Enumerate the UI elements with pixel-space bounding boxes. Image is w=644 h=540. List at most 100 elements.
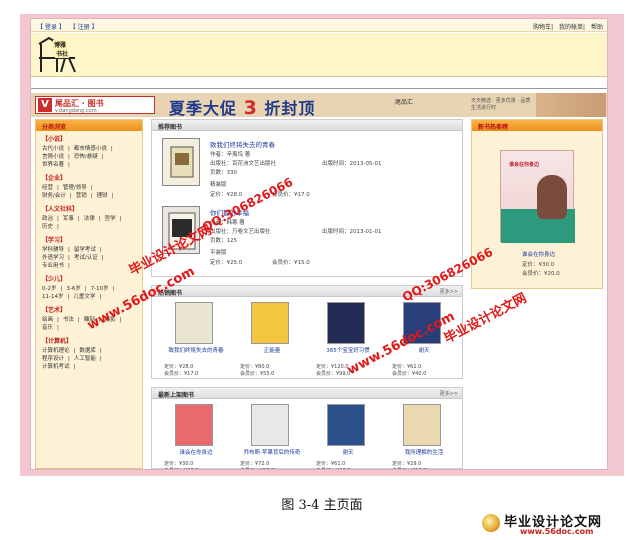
category-link[interactable]: 考试/认证 bbox=[74, 255, 98, 261]
category-link[interactable]: 3-6岁 bbox=[66, 286, 80, 292]
category-link[interactable]: 专业用书 bbox=[42, 263, 64, 269]
category-link[interactable]: 管理/领导 bbox=[63, 185, 87, 191]
bestseller-cover[interactable]: 谁会在你身边 bbox=[500, 150, 575, 243]
book-binding: 平装版 bbox=[210, 250, 227, 256]
category-head[interactable]: 【小说】 bbox=[42, 134, 136, 143]
book-member-price: 会员价：¥55.0 bbox=[240, 371, 275, 377]
book-card[interactable]: 谢天定价：¥61.0会员价：¥40.0 bbox=[312, 404, 382, 469]
cover-portrait bbox=[537, 175, 567, 219]
category-link[interactable]: 计算机考试 bbox=[42, 364, 70, 370]
category-link[interactable]: 财务/会计 bbox=[42, 193, 66, 199]
category-line: 学科辅导 | 留学考试 | bbox=[42, 246, 136, 254]
banner-brand: V 尾品汇 · 图书 v.dangdang.com bbox=[35, 96, 155, 114]
category-link[interactable]: 历史 bbox=[42, 224, 53, 230]
bill-link[interactable]: 我的帐单 bbox=[559, 24, 583, 31]
separator: | bbox=[68, 263, 70, 269]
category-link[interactable]: 0-2岁 bbox=[42, 286, 56, 292]
category-link[interactable]: 人工智能 bbox=[74, 356, 96, 362]
category-link[interactable]: 营销 bbox=[76, 193, 87, 199]
book-author: 作者：辛夷坞 著 bbox=[210, 152, 251, 158]
auth-links: 【 登录 】 【 注册 】 bbox=[37, 22, 101, 31]
bestseller-name-link[interactable]: 谁会在你身边 bbox=[522, 250, 555, 258]
book-price: 定价：¥72.0 bbox=[240, 461, 270, 467]
book-cover[interactable] bbox=[251, 302, 289, 344]
help-link[interactable]: 帮助 bbox=[591, 24, 603, 31]
book-card[interactable]: 正能量 定价：¥80.0 会员价：¥55.0 bbox=[236, 302, 306, 377]
category-link[interactable]: 恐怖/悬疑 bbox=[74, 154, 98, 160]
bestseller-member-price: 会员价：¥20.0 bbox=[522, 271, 560, 277]
category-head[interactable]: 【企业】 bbox=[42, 173, 136, 182]
separator: | bbox=[67, 294, 70, 300]
category-link[interactable]: 世界名著 bbox=[42, 162, 64, 168]
category-link[interactable]: 数据库 bbox=[79, 348, 96, 354]
category-head[interactable]: 【少儿】 bbox=[42, 274, 136, 283]
category-link[interactable]: 11-14岁 bbox=[42, 294, 63, 300]
latest-books-box: 最新上架图书 更多>> 谁会在你身边定价：¥30.0会员价：¥20.0乔布斯·苹… bbox=[151, 387, 463, 469]
category-line: 专业用书 | bbox=[42, 262, 136, 270]
book-card[interactable]: 谁会在你身边定价：¥30.0会员价：¥20.0 bbox=[160, 404, 230, 469]
category-link[interactable]: 政治 bbox=[42, 216, 53, 222]
book-card[interactable]: 乔布斯·苹果背后的传奇定价：¥72.0会员价：¥55.0 bbox=[236, 404, 306, 469]
book-name-link[interactable]: 我所理解的生活 bbox=[392, 450, 456, 457]
category-link[interactable]: 言情小说 bbox=[42, 154, 64, 160]
category-link[interactable]: 音乐 bbox=[42, 325, 53, 331]
separator: | bbox=[101, 154, 104, 160]
book-cover[interactable] bbox=[327, 404, 365, 446]
category-link[interactable]: 书法 bbox=[63, 317, 74, 323]
promo-prefix: 夏季大促 bbox=[169, 99, 238, 117]
book-cover[interactable] bbox=[251, 404, 289, 446]
separator: | bbox=[57, 317, 59, 323]
cart-link[interactable]: 购物车 bbox=[533, 24, 551, 31]
book-card[interactable]: 致我们终将失去的青春 定价：¥28.0 会员价：¥17.0 bbox=[160, 302, 230, 377]
separator: | bbox=[77, 317, 80, 323]
book-cover[interactable] bbox=[175, 302, 213, 344]
category-head[interactable]: 【学习】 bbox=[42, 235, 136, 244]
category-link[interactable]: 哲学 bbox=[105, 216, 116, 222]
category-link[interactable]: 儿童文学 bbox=[73, 294, 95, 300]
category-link[interactable]: 理财 bbox=[97, 193, 108, 199]
category-link[interactable]: 外语学习 bbox=[42, 255, 64, 261]
category-link[interactable]: 古代小说 bbox=[42, 146, 64, 152]
login-link[interactable]: 【 登录 】 bbox=[37, 24, 65, 31]
latest-books-title: 最新上架图书 bbox=[152, 388, 462, 399]
category-link[interactable]: 学科辅导 bbox=[42, 247, 64, 253]
promo-banner[interactable]: V 尾品汇 · 图书 v.dangdang.com 夏季大促 3 折封顶 尾品汇… bbox=[31, 93, 607, 117]
category-link[interactable]: 7-10岁 bbox=[91, 286, 109, 292]
book-cover[interactable] bbox=[403, 404, 441, 446]
logo-line2: 书社 bbox=[55, 49, 70, 58]
recommend-item[interactable]: 致我们终将失去的青春 作者：辛夷坞 著 出版社：百花洲文艺出版社 出版时间：20… bbox=[162, 138, 462, 198]
book-cover[interactable] bbox=[175, 404, 213, 446]
book-name-link[interactable]: 正能量 bbox=[240, 348, 304, 355]
category-head[interactable]: 【计算机】 bbox=[42, 336, 136, 345]
category-line: 程序设计 | 人工智能 | bbox=[42, 355, 136, 363]
separator: | bbox=[68, 356, 70, 362]
book-name-link[interactable]: 谢天 bbox=[316, 450, 380, 457]
book-name-link[interactable]: 谁会在你身边 bbox=[164, 450, 228, 457]
category-link[interactable]: 经营 bbox=[42, 185, 53, 191]
category-line: 经营 | 管理/领导 | bbox=[42, 184, 136, 192]
category-link[interactable]: 绘画 bbox=[42, 317, 53, 323]
category-link[interactable]: 计算机理论 bbox=[42, 348, 70, 354]
separator: | bbox=[101, 255, 104, 261]
book-name-link[interactable]: 致我们终将失去的青春 bbox=[210, 139, 275, 149]
category-link[interactable]: 留学考试 bbox=[74, 247, 96, 253]
book-name-link[interactable]: 乔布斯·苹果背后的传奇 bbox=[240, 450, 304, 457]
register-link[interactable]: 【 注册 】 bbox=[70, 24, 98, 31]
category-link[interactable]: 法律 bbox=[84, 216, 95, 222]
site-logo[interactable]: 博雅 书社 bbox=[35, 36, 79, 74]
separator: | bbox=[99, 356, 102, 362]
hot-books-more-link[interactable]: 更多>> bbox=[440, 288, 458, 295]
category-link[interactable]: 都市情感小说 bbox=[74, 146, 107, 152]
book-card[interactable]: 我所理解的生活定价：¥29.0会员价：¥19.0 bbox=[388, 404, 458, 469]
latest-books-more-link[interactable]: 更多>> bbox=[440, 390, 458, 397]
book-name-link[interactable]: 致我们终将失去的青春 bbox=[164, 348, 228, 355]
category-group: 【人文社科】 政治 | 军事 | 法律 | 哲学 | 历史 | bbox=[36, 201, 142, 232]
category-link[interactable]: 军事 bbox=[63, 216, 74, 222]
category-link[interactable]: 程序设计 bbox=[42, 356, 64, 362]
category-head[interactable]: 【人文社科】 bbox=[42, 204, 136, 213]
separator: | bbox=[68, 146, 70, 152]
bookstore-homepage: 【 登录 】 【 注册 】 购物车 | 我的帐单 | 帮助 博雅 书社 V 尾品汇 … bbox=[30, 18, 608, 470]
book-cover[interactable] bbox=[162, 138, 200, 186]
category-line: 计算机理论 | 数据库 | bbox=[42, 347, 136, 355]
book-cover[interactable] bbox=[327, 302, 365, 344]
